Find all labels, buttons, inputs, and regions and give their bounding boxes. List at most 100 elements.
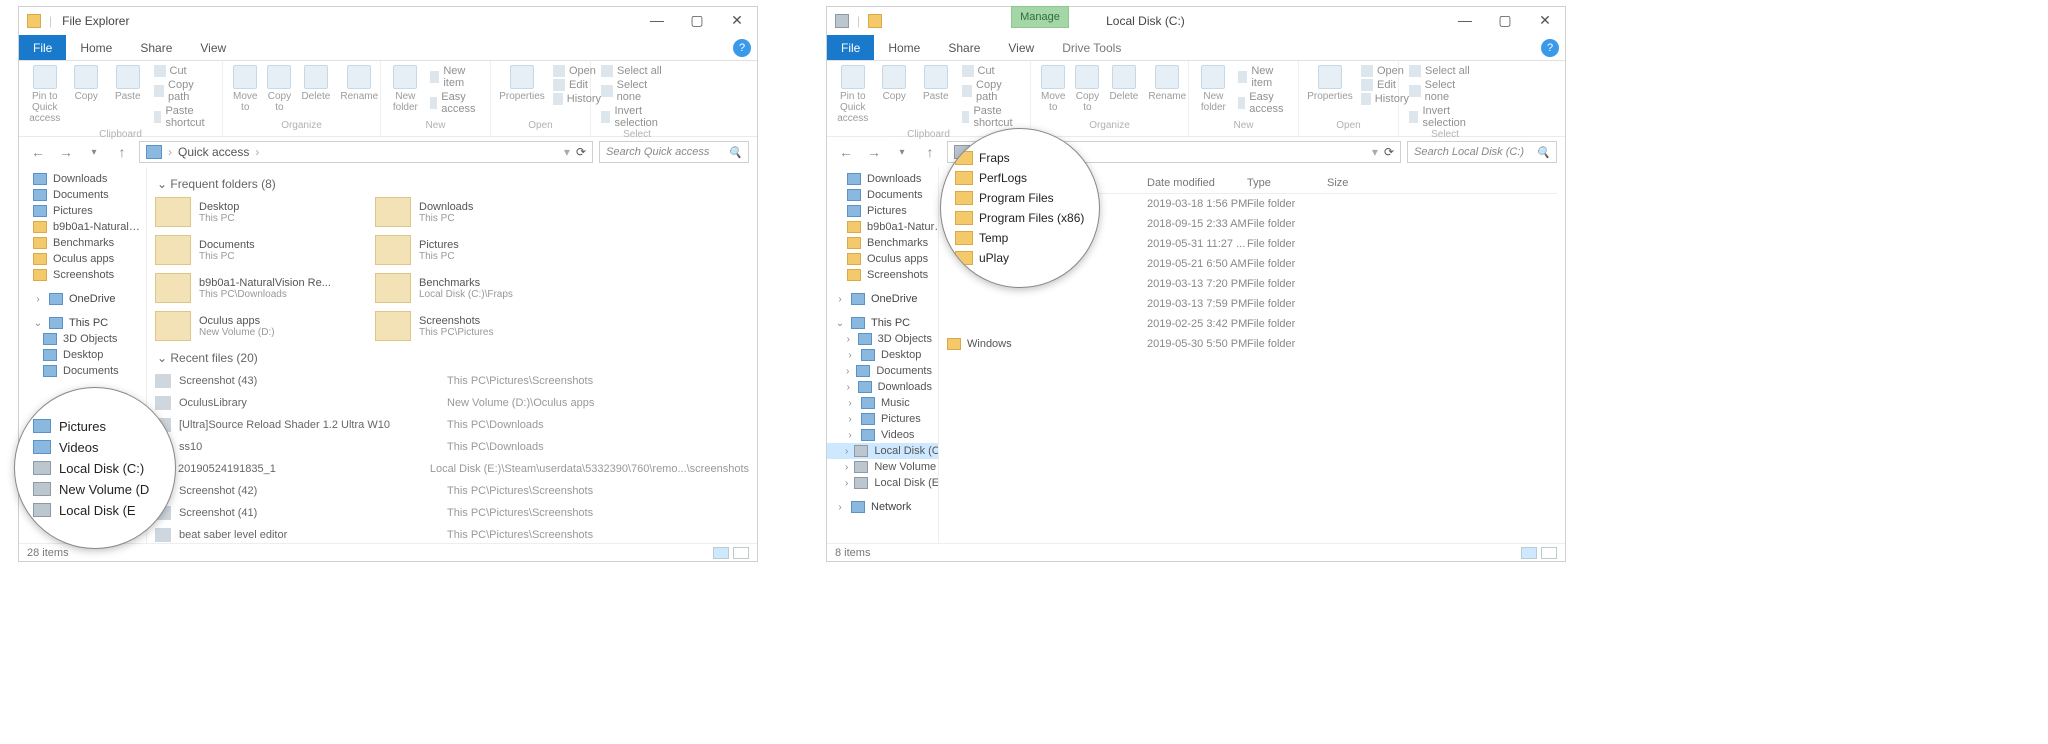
manage-context-tab[interactable]: Manage bbox=[1011, 6, 1069, 28]
frequent-folder-item[interactable]: ScreenshotsThis PC\Pictures bbox=[375, 311, 575, 341]
recent-header[interactable]: ⌄ Recent files (20) bbox=[157, 351, 749, 365]
new-item-button[interactable]: New item bbox=[1238, 65, 1288, 89]
copy-button[interactable]: Copy bbox=[71, 65, 103, 102]
recent-file-item[interactable]: OculusLibraryNew Volume (D:)\Oculus apps bbox=[155, 393, 749, 413]
sidebar-item[interactable]: ›Documents bbox=[827, 363, 938, 379]
sidebar-item[interactable]: Local Disk (E bbox=[33, 503, 157, 518]
easy-access-button[interactable]: Easy access bbox=[1238, 91, 1288, 115]
sidebar-item[interactable]: Downloads bbox=[827, 171, 938, 187]
tab-view[interactable]: View bbox=[994, 35, 1048, 60]
sidebar-item[interactable]: ›Pictures bbox=[827, 411, 938, 427]
properties-button[interactable]: Properties bbox=[501, 65, 543, 102]
sidebar-item[interactable]: 3D Objects bbox=[19, 331, 146, 347]
up-button[interactable]: ↑ bbox=[919, 141, 941, 163]
tab-home[interactable]: Home bbox=[874, 35, 934, 60]
sidebar-item-thispc[interactable]: ⌄This PC bbox=[19, 315, 146, 331]
back-button[interactable]: ← bbox=[835, 141, 857, 163]
refresh-icon[interactable]: ⟳ bbox=[576, 145, 586, 159]
tab-drive-tools[interactable]: Drive Tools bbox=[1048, 35, 1135, 60]
sidebar-item-thispc[interactable]: ⌄This PC bbox=[827, 315, 938, 331]
frequent-folder-item[interactable]: DesktopThis PC bbox=[155, 197, 355, 227]
frequent-folder-item[interactable]: DownloadsThis PC bbox=[375, 197, 575, 227]
sidebar-item[interactable]: ›Desktop bbox=[827, 347, 938, 363]
sidebar-item[interactable]: Screenshots bbox=[827, 267, 938, 283]
sidebar-item-network[interactable]: ›Network bbox=[827, 499, 938, 515]
tab-home[interactable]: Home bbox=[66, 35, 126, 60]
select-all-button[interactable]: Select all bbox=[601, 65, 673, 77]
sidebar-item[interactable]: Benchmarks bbox=[827, 235, 938, 251]
sidebar-item[interactable]: New Volume (D bbox=[33, 482, 157, 497]
rename-button[interactable]: Rename bbox=[340, 65, 378, 102]
recent-file-item[interactable]: beat saber level editorThis PC\Pictures\… bbox=[155, 525, 749, 543]
recent-file-item[interactable]: Screenshot (43)This PC\Pictures\Screensh… bbox=[155, 371, 749, 391]
maximize-button[interactable]: ▢ bbox=[1485, 7, 1525, 33]
recent-dropdown[interactable]: ▾ bbox=[891, 141, 913, 163]
breadcrumb-item[interactable]: Quick access bbox=[178, 145, 249, 159]
sidebar-item[interactable]: ›Videos bbox=[827, 427, 938, 443]
icons-view-button[interactable] bbox=[1541, 547, 1557, 559]
invert-selection-button[interactable]: Invert selection bbox=[1409, 105, 1481, 129]
frequent-folder-item[interactable]: PicturesThis PC bbox=[375, 235, 575, 265]
frequent-folder-item[interactable]: Oculus appsNew Volume (D:) bbox=[155, 311, 355, 341]
select-all-button[interactable]: Select all bbox=[1409, 65, 1481, 77]
sidebar-item[interactable]: ›Local Disk (E:) bbox=[827, 475, 938, 491]
frequent-folder-item[interactable]: BenchmarksLocal Disk (C:)\Fraps bbox=[375, 273, 575, 303]
minimize-button[interactable]: — bbox=[637, 7, 677, 33]
paste-button[interactable]: Paste bbox=[112, 65, 144, 102]
sidebar-item[interactable]: Pictures bbox=[827, 203, 938, 219]
select-none-button[interactable]: Select none bbox=[601, 79, 673, 103]
pin-to-quick-access-button[interactable]: Pin to Quick access bbox=[29, 65, 61, 124]
address-bar[interactable]: › Quick access › ▾⟳ bbox=[139, 141, 593, 163]
tab-share[interactable]: Share bbox=[934, 35, 994, 60]
recent-file-item[interactable]: ss10This PC\Downloads bbox=[155, 437, 749, 457]
sidebar-item[interactable]: Benchmarks bbox=[19, 235, 146, 251]
tab-view[interactable]: View bbox=[186, 35, 240, 60]
pin-to-quick-access-button[interactable]: Pin to Quick access bbox=[837, 65, 869, 124]
recent-file-item[interactable]: 20190524191835_1Local Disk (E:)\Steam\us… bbox=[155, 459, 749, 479]
help-button[interactable]: ? bbox=[733, 39, 751, 57]
recent-file-item[interactable]: Screenshot (41)This PC\Pictures\Screensh… bbox=[155, 503, 749, 523]
folder-item[interactable]: uPlay bbox=[955, 251, 1085, 265]
paste-shortcut-button[interactable]: Paste shortcut bbox=[962, 105, 1021, 129]
column-date-modified[interactable]: Date modified bbox=[1147, 177, 1247, 189]
sidebar-item[interactable]: Documents bbox=[19, 363, 146, 379]
delete-button[interactable]: Delete bbox=[301, 65, 330, 102]
refresh-icon[interactable]: ⟳ bbox=[1384, 145, 1394, 159]
tab-file[interactable]: File bbox=[19, 35, 66, 60]
sidebar-item[interactable]: Local Disk (C:) bbox=[33, 461, 157, 476]
sidebar-item[interactable]: b9b0a1-Natur… bbox=[827, 219, 938, 235]
details-view-button[interactable] bbox=[1521, 547, 1537, 559]
new-folder-button[interactable]: New folder bbox=[391, 65, 420, 113]
maximize-button[interactable]: ▢ bbox=[677, 7, 717, 33]
details-view-button[interactable] bbox=[713, 547, 729, 559]
copy-path-button[interactable]: Copy path bbox=[962, 79, 1021, 103]
cut-button[interactable]: Cut bbox=[962, 65, 1021, 77]
tab-file[interactable]: File bbox=[827, 35, 874, 60]
sidebar-item-onedrive[interactable]: ›OneDrive bbox=[827, 291, 938, 307]
paste-button[interactable]: Paste bbox=[920, 65, 952, 102]
cut-button[interactable]: Cut bbox=[154, 65, 213, 77]
copy-path-button[interactable]: Copy path bbox=[154, 79, 213, 103]
minimize-button[interactable]: — bbox=[1445, 7, 1485, 33]
sidebar-item[interactable]: Oculus apps bbox=[827, 251, 938, 267]
sidebar-item[interactable]: Pictures bbox=[33, 419, 157, 434]
tab-share[interactable]: Share bbox=[126, 35, 186, 60]
back-button[interactable]: ← bbox=[27, 141, 49, 163]
recent-dropdown[interactable]: ▾ bbox=[83, 141, 105, 163]
sidebar-item[interactable]: ›3D Objects bbox=[827, 331, 938, 347]
sidebar-item[interactable]: Oculus apps bbox=[19, 251, 146, 267]
search-input[interactable]: Search Quick access🔍 bbox=[599, 141, 749, 163]
rename-button[interactable]: Rename bbox=[1148, 65, 1186, 102]
select-none-button[interactable]: Select none bbox=[1409, 79, 1481, 103]
folder-item[interactable]: Program Files bbox=[955, 191, 1085, 205]
frequent-folder-item[interactable]: b9b0a1-NaturalVision Re...This PC\Downlo… bbox=[155, 273, 355, 303]
sidebar-item[interactable]: Screenshots bbox=[19, 267, 146, 283]
easy-access-button[interactable]: Easy access bbox=[430, 91, 480, 115]
invert-selection-button[interactable]: Invert selection bbox=[601, 105, 673, 129]
sidebar-item[interactable]: Documents bbox=[19, 187, 146, 203]
forward-button[interactable]: → bbox=[55, 141, 77, 163]
sidebar-item[interactable]: ›Music bbox=[827, 395, 938, 411]
recent-file-item[interactable]: [Ultra]Source Reload Shader 1.2 Ultra W1… bbox=[155, 415, 749, 435]
delete-button[interactable]: Delete bbox=[1109, 65, 1138, 102]
sidebar-item[interactable]: ›Downloads bbox=[827, 379, 938, 395]
